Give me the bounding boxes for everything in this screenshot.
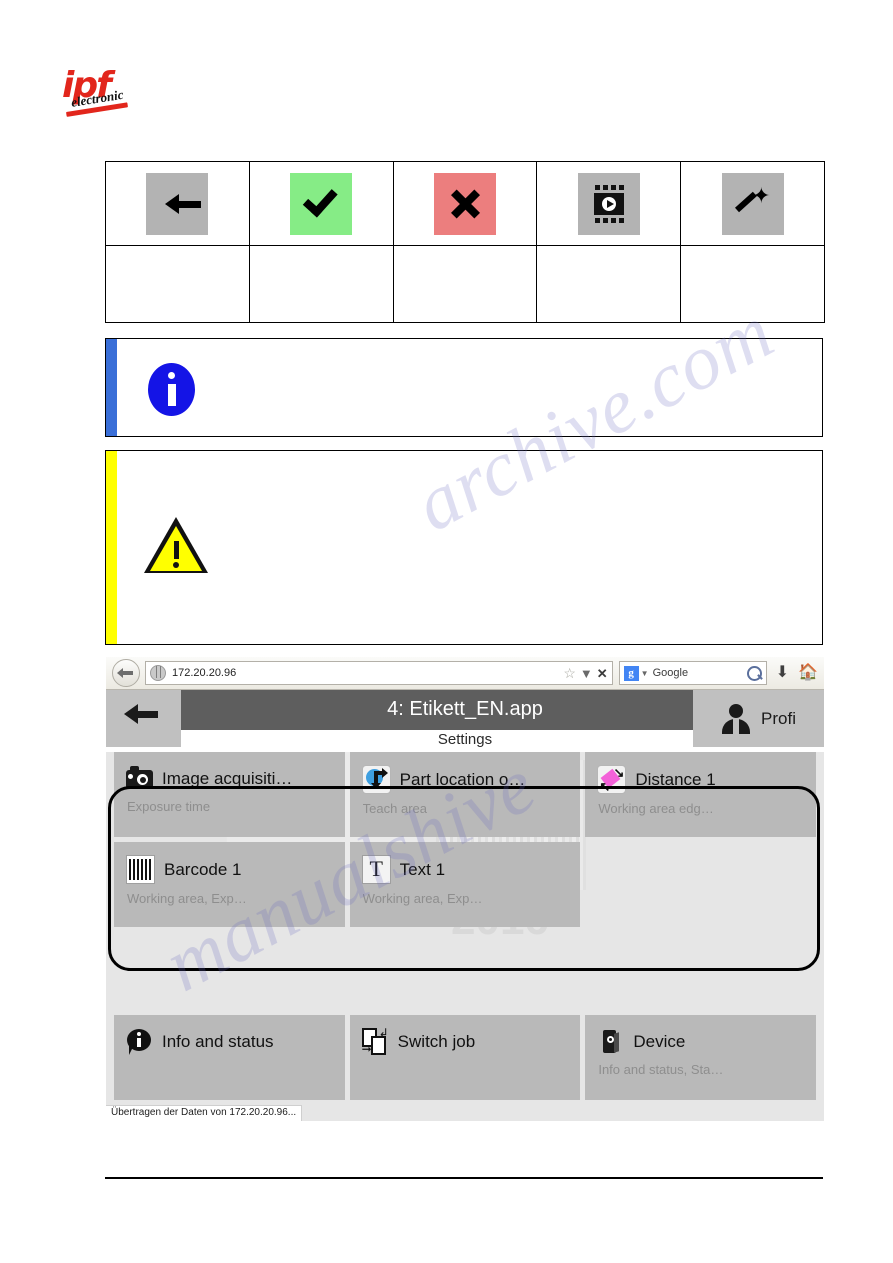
browser-screenshot: 172.20.20.96 ☆ ▼ ✕ g ▼ Google ⬇ 🏠 2016 4…: [106, 657, 824, 1121]
table-cell-cross: [392, 161, 538, 246]
tile-title: Part location o…: [399, 769, 526, 789]
table-row-captions: [105, 245, 825, 323]
camera-icon: [126, 765, 153, 792]
tile-spacer-3: [585, 932, 816, 1017]
warning-notice-accent-bar: [106, 451, 117, 644]
table-cell-film: [536, 161, 682, 246]
person-icon: [721, 703, 751, 734]
google-badge-icon: g: [623, 665, 639, 681]
browser-back-button[interactable]: [112, 659, 140, 687]
table-cell-caption-2: [248, 245, 394, 323]
cancel-cross-icon: [433, 172, 496, 235]
tile-subtitle: Info and status, Sta…: [598, 1062, 724, 1077]
search-placeholder: Google: [652, 667, 689, 679]
tile-info-and-status[interactable]: Info and status: [114, 1015, 345, 1100]
tile-subtitle: Working area, Exp…: [127, 891, 247, 906]
table-cell-wand: ✦: [680, 161, 825, 246]
table-cell-caption-4: [536, 245, 682, 323]
tile-row-2: Barcode 1 Working area, Exp… T Text 1 Wo…: [114, 842, 816, 927]
tile-subtitle: Exposure time: [127, 799, 211, 814]
table-row-icons: ✦: [105, 161, 825, 246]
info-status-icon: [126, 1028, 153, 1055]
browser-toolbar: 172.20.20.96 ☆ ▼ ✕ g ▼ Google ⬇ 🏠: [106, 657, 824, 690]
barcode-icon: [126, 855, 155, 884]
table-cell-check: [248, 161, 394, 246]
tile-title: Device: [633, 1031, 686, 1051]
user-level-button[interactable]: Profi: [693, 690, 824, 747]
info-notice-box: [105, 338, 823, 437]
tile-title: Text 1: [399, 859, 446, 879]
tile-subtitle: Working area edg…: [598, 801, 714, 816]
footer-divider: [105, 1177, 823, 1179]
back-arrow-icon: [146, 172, 209, 235]
browser-status-bar: Übertragen der Daten von 172.20.20.96...: [106, 1105, 303, 1121]
tile-distance-1[interactable]: ↘ ↖ Distance 1 Working area edg…: [585, 752, 817, 837]
table-cell-back-arrow: [105, 161, 250, 246]
tile-row-1: Image acquisiti… Exposure time Part loca…: [114, 752, 817, 837]
device-icon: [597, 1028, 624, 1055]
search-input[interactable]: g ▼ Google: [618, 661, 767, 685]
site-globe-icon: [150, 665, 166, 681]
tile-spacer-1: [114, 932, 345, 1017]
user-level-label: Profi: [761, 708, 796, 728]
download-arrow-icon[interactable]: ⬇: [776, 665, 789, 681]
tile-title: Distance 1: [635, 769, 716, 789]
confirm-check-icon: [290, 172, 353, 235]
tile-device[interactable]: Device Info and status, Sta…: [585, 1015, 817, 1100]
warning-notice-box: [105, 450, 823, 645]
app-back-button[interactable]: [106, 690, 181, 747]
search-engine-caret-icon[interactable]: ▼: [641, 669, 649, 678]
settings-tile-grid: Image acquisiti… Exposure time Part loca…: [106, 752, 824, 1105]
company-logo: ipf electronic: [62, 68, 142, 122]
tile-switch-job[interactable]: ↲ ➞ Switch job: [349, 1015, 581, 1100]
tile-barcode-1[interactable]: Barcode 1 Working area, Exp…: [114, 842, 345, 927]
subheader-label: Settings: [437, 731, 493, 748]
tile-title: Barcode 1: [164, 859, 242, 879]
warning-triangle-icon: [144, 517, 208, 574]
url-text: 172.20.20.96: [172, 667, 237, 679]
tile-title: Switch job: [397, 1031, 476, 1051]
close-icon[interactable]: ✕: [597, 667, 608, 680]
chevron-down-icon[interactable]: ▼: [580, 667, 593, 680]
text-icon: T: [361, 855, 391, 884]
table-cell-caption-1: [105, 245, 250, 323]
tile-row-bottom: Info and status ↲ ➞ Switch job Device In…: [114, 1015, 817, 1100]
tile-subtitle: Working area, Exp…: [362, 891, 483, 906]
tile-text-1[interactable]: T Text 1 Working area, Exp…: [349, 842, 581, 927]
part-location-icon: [361, 765, 391, 794]
tile-title: Image acquisiti…: [162, 768, 293, 788]
address-bar[interactable]: 172.20.20.96 ☆ ▼ ✕: [145, 661, 613, 685]
tile-subtitle: Teach area: [362, 801, 427, 816]
info-icon: [148, 363, 195, 416]
icon-reference-table: ✦: [105, 161, 825, 323]
tile-empty-slot: [585, 842, 816, 927]
tile-part-location[interactable]: Part location o… Teach area: [349, 752, 581, 837]
tile-title: Info and status: [162, 1031, 274, 1051]
live-image-icon: [577, 172, 640, 235]
magnifier-icon[interactable]: [746, 665, 762, 681]
tile-row-spacer: [114, 932, 816, 1010]
device-web-ui: 2016 4: Etikett_EN.app Settings Profi: [106, 690, 824, 1121]
table-cell-caption-3: [392, 245, 538, 323]
auto-setup-wand-icon: ✦: [721, 172, 784, 235]
tile-image-acquisition[interactable]: Image acquisiti… Exposure time: [114, 752, 345, 837]
tile-spacer-2: [350, 932, 581, 1017]
switch-job-icon: ↲ ➞: [361, 1026, 389, 1056]
star-icon[interactable]: ☆: [563, 666, 576, 680]
info-notice-accent-bar: [106, 339, 117, 436]
table-cell-caption-5: [680, 245, 825, 323]
home-icon[interactable]: 🏠: [798, 665, 818, 681]
distance-icon: ↘ ↖: [597, 765, 627, 794]
